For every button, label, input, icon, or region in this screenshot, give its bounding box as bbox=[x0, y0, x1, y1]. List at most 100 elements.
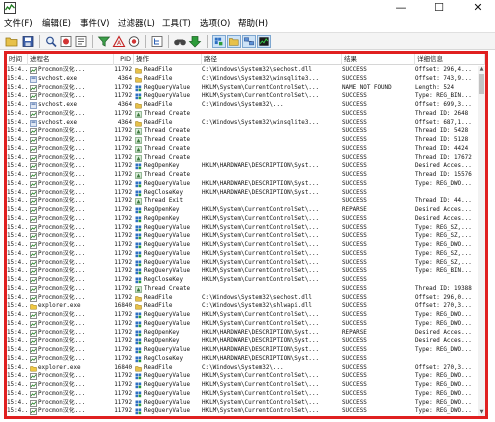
menu-event[interactable]: 事件(V) bbox=[80, 18, 109, 30]
table-row[interactable]: 15:4... Procmon汉化... 11792 RegQueryValue HKL… bbox=[7, 311, 477, 320]
table-row[interactable]: 15:4... Procmon汉化... 11792 Thread Create SUC… bbox=[7, 171, 477, 180]
cell-result: SUCCESS bbox=[342, 285, 415, 294]
process-tree-icon[interactable] bbox=[150, 35, 164, 48]
table-row[interactable]: 15:4... Procmon汉化... 11792 Thread Create SUC… bbox=[7, 285, 477, 294]
table-row[interactable]: 15:4... Procmon汉化... 11792 RegQueryValue HKL… bbox=[7, 390, 477, 399]
jump-icon[interactable] bbox=[188, 35, 202, 48]
table-row[interactable]: 15:4... Procmon汉化... 11792 RegCloseKey HKLM\… bbox=[7, 189, 477, 198]
scroll-thumb[interactable] bbox=[479, 74, 484, 94]
menu-edit[interactable]: 编辑(E) bbox=[42, 18, 71, 30]
table-row[interactable]: 15:4... Procmon汉化... 11792 Thread Create SUC… bbox=[7, 127, 477, 136]
cell-pid: 11792 bbox=[114, 162, 134, 171]
table-row[interactable]: 15:4... Procmon汉化... 11792 RegQueryValue HKL… bbox=[7, 92, 477, 101]
table-row[interactable]: 15:4... Procmon汉化... 11792 RegQueryValue HKL… bbox=[7, 241, 477, 250]
toolbar-separator bbox=[145, 35, 146, 48]
column-header-result[interactable]: 结果 bbox=[342, 54, 415, 65]
table-row[interactable]: 15:4... Procmon汉化... 11792 Thread Create SUC… bbox=[7, 145, 477, 154]
table-row[interactable]: 15:4... Procmon汉化... 11792 RegQueryValue HKL… bbox=[7, 346, 477, 355]
menu-options[interactable]: 选项(O) bbox=[200, 18, 230, 30]
table-row[interactable]: 15:4... Procmon汉化... 11792 RegQueryValue HKL… bbox=[7, 180, 477, 189]
table-row[interactable]: 15:4... Procmon汉化... 11792 RegQueryValue HKL… bbox=[7, 84, 477, 93]
table-row[interactable]: 15:4... Procmon汉化... 11792 ReadFile C:\Windo… bbox=[7, 66, 477, 75]
process-text: Procmon汉化... bbox=[38, 294, 86, 301]
cell-detail: Desired Acces... bbox=[415, 162, 477, 171]
result-text: SUCCESS bbox=[342, 303, 367, 310]
highlight-icon[interactable]: A bbox=[112, 35, 126, 48]
table-row[interactable]: 15:4... Procmon汉化... 11792 RegQueryValue HKL… bbox=[7, 399, 477, 408]
vertical-scrollbar[interactable]: ▲ ▼ bbox=[478, 66, 485, 416]
table-row[interactable]: 15:4... Procmon汉化... 11792 Thread Create SUC… bbox=[7, 154, 477, 163]
table-row[interactable]: 15:4... Procmon汉化... 11792 ReadFile C:\Windo… bbox=[7, 294, 477, 303]
filter-icon[interactable] bbox=[97, 35, 111, 48]
table-row[interactable]: 15:4... Procmon汉化... 11792 RegOpenKey HKLM\S… bbox=[7, 206, 477, 215]
pid-text: 11792 bbox=[114, 137, 132, 143]
cell-path bbox=[202, 110, 342, 119]
menu-file[interactable]: 文件(F) bbox=[4, 18, 33, 30]
table-row[interactable]: 15:4... Procmon汉化... 11792 Thread Create SUC… bbox=[7, 110, 477, 119]
procmon-app-icon[interactable] bbox=[4, 2, 16, 14]
column-header-pid[interactable]: PID bbox=[114, 54, 134, 65]
maximize-button[interactable]: ☐ bbox=[424, 0, 454, 16]
minimize-button[interactable]: — bbox=[386, 0, 416, 16]
table-row[interactable]: 15:4... Procmon汉化... 11792 RegCloseKey HKLM\… bbox=[7, 355, 477, 364]
scroll-down-arrow[interactable]: ▼ bbox=[478, 409, 485, 416]
menu-tools[interactable]: 工具(T) bbox=[162, 18, 191, 30]
menu-filter[interactable]: 过滤器(L) bbox=[118, 18, 155, 30]
find-icon[interactable] bbox=[173, 35, 187, 48]
table-row[interactable]: 15:4... explorer.exe 16840 ReadFile C:\Windo… bbox=[7, 302, 477, 311]
procmon-process-icon bbox=[30, 277, 37, 284]
column-header-time[interactable]: 时间 bbox=[7, 54, 28, 65]
table-row[interactable]: 15:4... Procmon汉化... 11792 RegOpenKey HKLM\H… bbox=[7, 329, 477, 338]
table-row[interactable]: 15:4... Procmon汉化... 11792 Thread Exit SUCCE… bbox=[7, 197, 477, 206]
network-activity-icon[interactable] bbox=[242, 35, 256, 48]
table-row[interactable]: 15:4... Procmon汉化... 11792 RegQueryValue HKL… bbox=[7, 224, 477, 233]
table-row[interactable]: 15:4... Procmon汉化... 11792 RegOpenKey HKLM\H… bbox=[7, 162, 477, 171]
table-row[interactable]: 15:4... Procmon汉化... 11792 RegOpenKey HKLM\H… bbox=[7, 337, 477, 346]
table-row[interactable]: 15:4... Procmon汉化... 11792 Thread Create SUC… bbox=[7, 136, 477, 145]
file-activity-icon[interactable] bbox=[227, 35, 241, 48]
registry-operation-icon bbox=[135, 373, 142, 380]
result-text: SUCCESS bbox=[342, 382, 367, 388]
result-text: SUCCESS bbox=[342, 145, 367, 152]
table-row[interactable]: 15:4... Procmon汉化... 11792 RegQueryValue HKL… bbox=[7, 372, 477, 381]
table-row[interactable]: 15:4... Procmon汉化... 11792 RegOpenKey HKLM\S… bbox=[7, 215, 477, 224]
file-operation-icon bbox=[135, 103, 142, 109]
registry-activity-icon[interactable] bbox=[212, 35, 226, 48]
column-header-process[interactable]: 进程名 bbox=[28, 54, 114, 65]
cell-result: SUCCESS bbox=[342, 197, 415, 206]
table-row[interactable]: 15:4... Procmon汉化... 11792 RegQueryValue HKL… bbox=[7, 320, 477, 329]
table-row[interactable]: 15:4... svchost.exe 4364 ReadFile C:\Windows… bbox=[7, 101, 477, 110]
path-text: HKLM\System\CurrentControlSet\... bbox=[202, 268, 320, 275]
table-row[interactable]: 15:4... Procmon汉化... 11792 RegQueryValue HKL… bbox=[7, 407, 477, 416]
table-row[interactable]: 15:4... Procmon汉化... 11792 RegQueryValue HKL… bbox=[7, 259, 477, 268]
table-row[interactable]: 15:4... Procmon汉化... 11792 RegCloseKey HKLM\… bbox=[7, 276, 477, 285]
thread-operation-icon bbox=[135, 286, 142, 293]
magnifier-icon[interactable] bbox=[44, 35, 58, 48]
column-header-operation[interactable]: 操作 bbox=[134, 54, 202, 65]
table-row[interactable]: 15:4... explorer.exe 16840 ReadFile C:\Windo… bbox=[7, 364, 477, 373]
menu-help[interactable]: 帮助(H) bbox=[238, 18, 268, 30]
cell-result: SUCCESS bbox=[342, 162, 415, 171]
capture-icon[interactable] bbox=[59, 35, 73, 48]
table-row[interactable]: 15:4... Procmon汉化... 11792 RegQueryValue HKL… bbox=[7, 381, 477, 390]
cell-detail bbox=[415, 189, 477, 198]
table-row[interactable]: 15:4... Procmon汉化... 11792 RegQueryValue HKL… bbox=[7, 232, 477, 241]
target-icon[interactable] bbox=[127, 35, 141, 48]
autoscroll-icon[interactable] bbox=[74, 35, 88, 48]
save-icon[interactable] bbox=[21, 35, 35, 48]
table-row[interactable]: 15:4... Procmon汉化... 11792 RegQueryValue HKL… bbox=[7, 250, 477, 259]
profiling-activity-icon[interactable] bbox=[257, 35, 271, 48]
table-row[interactable]: 15:4... svchost.exe 4364 ReadFile C:\Windows… bbox=[7, 75, 477, 84]
time-text: 15:4... bbox=[7, 224, 28, 231]
cell-detail: Thread ID: 17672 bbox=[415, 154, 477, 163]
table-row[interactable]: 15:4... Procmon汉化... 11792 RegQueryValue HKL… bbox=[7, 267, 477, 276]
table-row[interactable]: 15:4... svchost.exe 4364 ReadFile C:\Windows… bbox=[7, 119, 477, 128]
result-text: SUCCESS bbox=[342, 312, 367, 318]
column-header-detail[interactable]: 详细信息 bbox=[415, 54, 485, 65]
pid-text: 11792 bbox=[114, 180, 132, 187]
open-icon[interactable] bbox=[5, 35, 19, 48]
close-button[interactable]: ✕ bbox=[463, 0, 493, 16]
cell-path: C:\Windows\System32\shlwapi.dll bbox=[202, 302, 342, 311]
scroll-up-arrow[interactable]: ▲ bbox=[478, 66, 485, 73]
column-header-path[interactable]: 路径 bbox=[202, 54, 342, 65]
